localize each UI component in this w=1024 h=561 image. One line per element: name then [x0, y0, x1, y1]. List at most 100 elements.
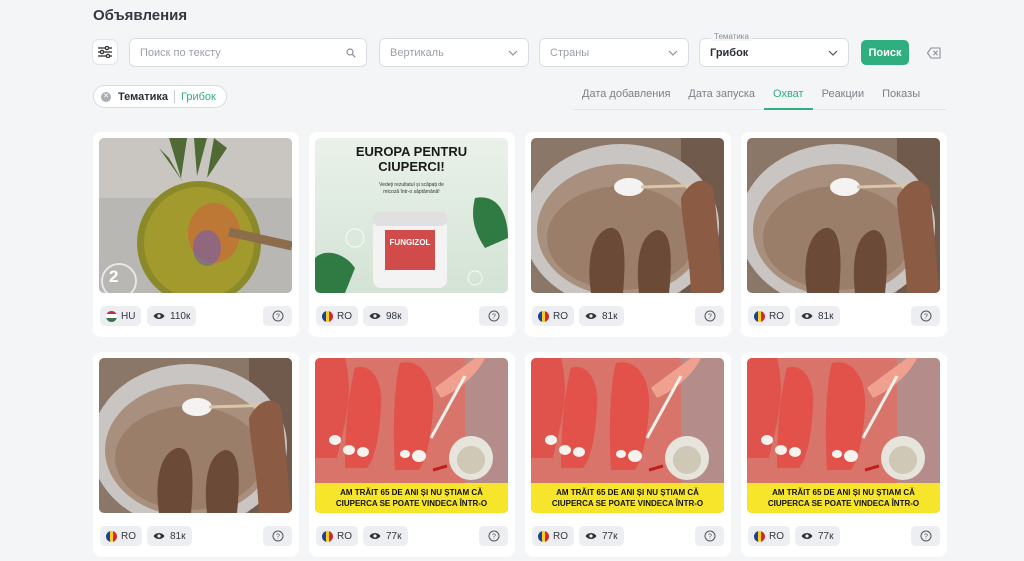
ad-thumbnail[interactable]: AM TRĂIT 65 DE ANI ȘI NU ȘTIAM CĂ CIUPER… [315, 358, 508, 513]
help-button[interactable]: ? [695, 526, 724, 546]
ad-thumbnail[interactable]: 2 [99, 138, 292, 293]
chip-value: Грибок [181, 90, 216, 103]
question-icon: ? [704, 530, 715, 542]
ad-thumbnail[interactable] [99, 358, 292, 513]
caption-line-1: AM TRĂIT 65 DE ANI ȘI NU ȘTIAM CĂ [340, 488, 483, 497]
caption-line-1: AM TRĂIT 65 DE ANI ȘI NU ȘTIAM CĂ [772, 488, 915, 497]
country-badge: RO [748, 306, 790, 326]
eye-icon [801, 313, 813, 319]
eye-icon [801, 533, 813, 539]
views-badge: 81к [147, 526, 192, 546]
question-icon: ? [488, 530, 499, 542]
chip-key: Тематика [118, 90, 169, 103]
ad-card[interactable]: AM TRĂIT 65 DE ANI ȘI NU ȘTIAM CĂ CIUPER… [525, 352, 731, 557]
vertical-select[interactable]: Вертикаль [379, 38, 529, 67]
product-jar-image [315, 197, 508, 293]
help-button[interactable]: ? [695, 306, 724, 326]
views-count: 110к [170, 310, 191, 322]
help-button[interactable]: ? [479, 306, 508, 326]
remove-chip-icon[interactable]: ✕ [101, 91, 111, 102]
flag-ro-icon [754, 530, 765, 542]
ad-thumbnail[interactable] [531, 138, 724, 293]
vertical-placeholder: Вертикаль [390, 46, 444, 59]
caption-line-2: CIUPERCA SE POATE VINDECA ÎNTR-O [551, 499, 704, 508]
tab-date-added[interactable]: Дата добавления [573, 84, 679, 109]
question-icon: ? [272, 530, 283, 542]
eye-icon [585, 533, 597, 539]
svg-text:?: ? [492, 314, 496, 321]
country-code: RO [553, 310, 568, 322]
ad-card[interactable]: EUROPA PENTRU CIUPERCI! Vedeți rezultatu… [309, 132, 515, 337]
ad-caption: AM TRĂIT 65 DE ANI ȘI NU ȘTIAM CĂ CIUPER… [747, 483, 940, 513]
search-button[interactable]: Поиск [861, 40, 909, 65]
svg-text:?: ? [276, 314, 280, 321]
search-input[interactable]: Поиск по тексту [129, 38, 367, 67]
svg-text:?: ? [924, 314, 928, 321]
help-button[interactable]: ? [911, 526, 940, 546]
help-button[interactable]: ? [263, 526, 292, 546]
ad-caption: AM TRĂIT 65 DE ANI ȘI NU ȘTIAM CĂ CIUPER… [315, 483, 508, 513]
ad-thumbnail[interactable]: AM TRĂIT 65 DE ANI ȘI NU ȘTIAM CĂ CIUPER… [747, 358, 940, 513]
ad-card[interactable]: RO 81к ? [93, 352, 299, 557]
foot-bath-image [747, 138, 940, 293]
ad-card[interactable]: 2 HU 110к ? [93, 132, 299, 337]
filter-settings-button[interactable] [93, 40, 117, 64]
country-badge: RO [316, 306, 358, 326]
ad-thumbnail[interactable] [747, 138, 940, 293]
flag-ro-icon [322, 310, 333, 322]
tab-launch-date[interactable]: Дата запуска [679, 84, 764, 109]
views-badge: 81к [579, 306, 624, 326]
svg-text:?: ? [276, 534, 280, 541]
views-count: 77к [818, 530, 834, 542]
ad-card[interactable]: AM TRĂIT 65 DE ANI ȘI NU ȘTIAM CĂ CIUPER… [309, 352, 515, 557]
country-code: RO [121, 530, 136, 542]
views-badge: 110к [147, 306, 197, 326]
carousel-count: 2 [109, 267, 119, 286]
ad-card[interactable]: RO 81к ? [741, 132, 947, 337]
topic-value: Грибок [710, 46, 749, 59]
country-badge: HU [100, 306, 142, 326]
ad-card[interactable]: RO 81к ? [525, 132, 731, 337]
question-icon: ? [920, 530, 931, 542]
views-badge: 77к [795, 526, 840, 546]
countries-select[interactable]: Страны [539, 38, 689, 67]
help-button[interactable]: ? [479, 526, 508, 546]
clear-filters-button[interactable] [926, 46, 941, 59]
country-code: RO [553, 530, 568, 542]
backspace-icon [926, 47, 941, 59]
country-badge: RO [100, 526, 142, 546]
search-placeholder: Поиск по тексту [140, 46, 221, 59]
views-count: 98к [386, 310, 402, 322]
ad-thumbnail[interactable]: AM TRĂIT 65 DE ANI ȘI NU ȘTIAM CĂ CIUPER… [531, 358, 724, 513]
views-count: 77к [602, 530, 618, 542]
page-title: Объявления [93, 7, 188, 24]
tab-impressions[interactable]: Показы [873, 84, 929, 109]
ad-card[interactable]: AM TRĂIT 65 DE ANI ȘI NU ȘTIAM CĂ CIUPER… [741, 352, 947, 557]
svg-text:?: ? [708, 314, 712, 321]
help-button[interactable]: ? [263, 306, 292, 326]
flag-ro-icon [538, 310, 549, 322]
country-code: RO [337, 530, 352, 542]
topic-select[interactable]: Грибок [699, 38, 849, 67]
country-badge: RO [748, 526, 790, 546]
tab-reactions[interactable]: Реакции [813, 84, 874, 109]
svg-text:?: ? [708, 534, 712, 541]
ad-thumbnail[interactable]: EUROPA PENTRU CIUPERCI! Vedeți rezultatu… [315, 138, 508, 293]
flag-hu-icon [106, 310, 117, 322]
question-icon: ? [920, 310, 931, 322]
eye-icon [153, 533, 165, 539]
foot-bath-image [531, 138, 724, 293]
flag-ro-icon [106, 530, 117, 542]
eye-icon [153, 313, 165, 319]
pineapple-image [99, 138, 292, 293]
views-count: 77к [386, 530, 402, 542]
ad-caption: AM TRĂIT 65 DE ANI ȘI NU ȘTIAM CĂ CIUPER… [531, 483, 724, 513]
foot-bath-image [99, 358, 292, 513]
help-button[interactable]: ? [911, 306, 940, 326]
countries-placeholder: Страны [550, 46, 590, 59]
eye-icon [369, 313, 381, 319]
svg-text:?: ? [924, 534, 928, 541]
views-count: 81к [818, 310, 834, 322]
country-badge: RO [532, 306, 574, 326]
tab-reach[interactable]: Охват [764, 84, 813, 110]
